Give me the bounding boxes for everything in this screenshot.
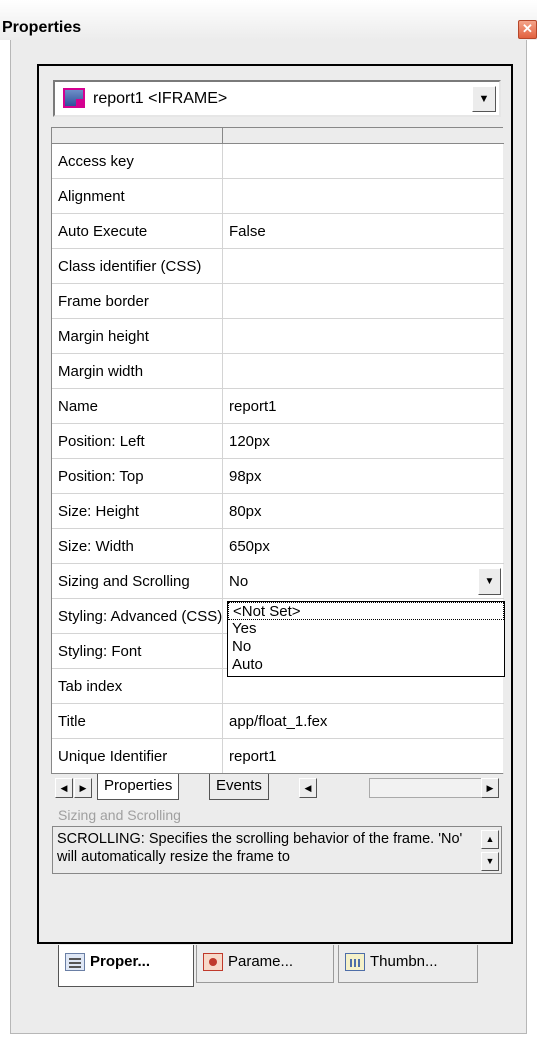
horizontal-scrollbar[interactable] — [369, 778, 499, 798]
close-button[interactable]: ✕ — [518, 20, 537, 39]
property-name: Access key — [52, 144, 223, 179]
property-row[interactable]: Frame border — [52, 284, 504, 319]
panel-title: Properties — [2, 19, 82, 36]
scroll-down-icon[interactable]: ▼ — [481, 852, 499, 871]
scroll-right-icon[interactable]: ▶ — [74, 778, 92, 798]
chevron-down-icon[interactable]: ▼ — [472, 86, 496, 112]
chevron-down-icon[interactable]: ▼ — [478, 568, 501, 595]
property-value[interactable]: No — [223, 564, 504, 599]
property-grid: Access key Alignment Auto Execute False … — [51, 127, 505, 775]
property-name: Unique Identifier — [52, 739, 223, 774]
property-value[interactable] — [223, 354, 504, 389]
property-value[interactable]: 98px — [223, 459, 504, 494]
property-name: Position: Top — [52, 459, 223, 494]
property-value[interactable]: app/float_1.fex — [223, 704, 504, 739]
property-name: Styling: Advanced (CSS) — [52, 599, 223, 634]
properties-icon — [65, 953, 85, 972]
property-value[interactable]: False — [223, 214, 504, 249]
property-name: Frame border — [52, 284, 223, 319]
property-name: Title — [52, 704, 223, 739]
sizing-dropdown-list: <Not Set> Yes No Auto — [227, 601, 505, 677]
property-row[interactable]: Unique Identifier report1 — [52, 739, 504, 774]
bottom-tab-parameters[interactable]: Parame... — [196, 945, 334, 983]
property-name: Position: Left — [52, 424, 223, 459]
property-name: Margin height — [52, 319, 223, 354]
property-row[interactable]: Auto Execute False — [52, 214, 504, 249]
thumbnails-icon — [345, 953, 365, 972]
property-name: Styling: Font — [52, 634, 223, 669]
property-value[interactable] — [223, 179, 504, 214]
bottom-tab-label: Thumbn... — [370, 953, 438, 970]
property-value[interactable]: report1 — [223, 389, 504, 424]
property-name: Name — [52, 389, 223, 424]
description-title: Sizing and Scrolling — [58, 807, 181, 823]
property-row[interactable]: Title app/float_1.fex — [52, 704, 504, 739]
property-name: Class identifier (CSS) — [52, 249, 223, 284]
property-row-selected[interactable]: Sizing and Scrolling No ▼ — [52, 564, 504, 599]
scroll-left-icon[interactable]: ◀ — [299, 778, 317, 798]
dropdown-option[interactable]: <Not Set> — [228, 602, 504, 620]
grid-header-value — [223, 128, 504, 144]
grid-header-name — [52, 128, 223, 144]
property-row[interactable]: Name report1 — [52, 389, 504, 424]
scroll-right-icon[interactable]: ▶ — [481, 778, 499, 798]
bottom-tab-bar: Proper... Parame... Thumbn... — [58, 945, 498, 987]
property-value[interactable]: report1 — [223, 739, 504, 774]
property-name: Sizing and Scrolling — [52, 564, 223, 599]
property-value[interactable] — [223, 249, 504, 284]
dropdown-option[interactable]: No — [228, 638, 504, 656]
property-value[interactable]: 80px — [223, 494, 504, 529]
object-selector[interactable]: report1 <IFRAME> ▼ — [53, 80, 501, 117]
property-name: Alignment — [52, 179, 223, 214]
sheet-tabs-strip: ◀ ▶ Properties Events ◀ ▶ — [51, 773, 503, 801]
property-value[interactable] — [223, 284, 504, 319]
bottom-tab-thumbnails[interactable]: Thumbn... — [338, 945, 478, 983]
dropdown-option[interactable]: Auto — [228, 656, 504, 674]
tab-events[interactable]: Events — [209, 774, 269, 800]
parameters-icon — [203, 953, 223, 972]
property-name: Auto Execute — [52, 214, 223, 249]
property-row[interactable]: Position: Left 120px — [52, 424, 504, 459]
tab-properties[interactable]: Properties — [97, 774, 180, 800]
property-value[interactable] — [223, 144, 504, 179]
property-row[interactable]: Alignment — [52, 179, 504, 214]
property-name: Tab index — [52, 669, 223, 704]
object-selector-value: report1 <IFRAME> — [93, 90, 228, 107]
property-row[interactable]: Margin height — [52, 319, 504, 354]
property-row[interactable]: Size: Width 650px — [52, 529, 504, 564]
grid-header — [52, 128, 504, 144]
property-value[interactable]: 650px — [223, 529, 504, 564]
scroll-up-icon[interactable]: ▲ — [481, 830, 499, 849]
dropdown-option[interactable]: Yes — [228, 620, 504, 638]
bottom-tab-properties[interactable]: Proper... — [58, 945, 194, 987]
property-row[interactable]: Margin width — [52, 354, 504, 389]
property-name: Margin width — [52, 354, 223, 389]
description-text: SCROLLING: Specifies the scrolling behav… — [57, 831, 463, 865]
bottom-tab-label: Parame... — [228, 953, 294, 970]
property-value[interactable]: 120px — [223, 424, 504, 459]
property-value[interactable] — [223, 319, 504, 354]
property-row[interactable]: Size: Height 80px — [52, 494, 504, 529]
bottom-tab-label: Proper... — [90, 953, 151, 970]
title-bar: Properties ✕ — [0, 0, 537, 40]
description-box: SCROLLING: Specifies the scrolling behav… — [52, 826, 502, 874]
scroll-left-icon[interactable]: ◀ — [55, 778, 73, 798]
property-row[interactable]: Access key — [52, 144, 504, 179]
property-name: Size: Height — [52, 494, 223, 529]
property-row[interactable]: Position: Top 98px — [52, 459, 504, 494]
property-name: Size: Width — [52, 529, 223, 564]
property-row[interactable]: Class identifier (CSS) — [52, 249, 504, 284]
iframe-object-icon — [63, 88, 85, 108]
